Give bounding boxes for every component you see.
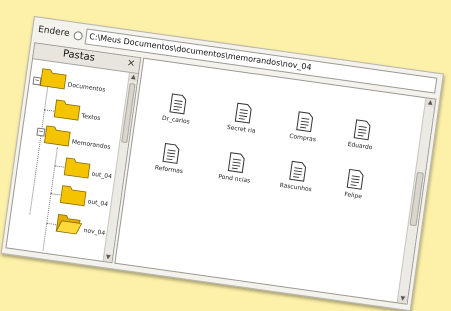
tree-node-documentos[interactable]: Documentos xyxy=(39,65,107,96)
file-item[interactable]: Felipe xyxy=(327,166,383,203)
file-label: Dr_carlos xyxy=(161,114,191,126)
tree-node-label: Documentos xyxy=(67,81,106,94)
tree-node-memorandos[interactable]: Memorandos xyxy=(43,122,112,153)
tree-node-label: out_04 xyxy=(87,198,109,209)
tree-connector xyxy=(54,165,65,168)
file-item[interactable]: Compras xyxy=(276,108,332,145)
scroll-down-arrow[interactable]: ▼ xyxy=(103,253,113,263)
file-explorer-window: Endere C:\Meus Documentos\documentos\mem… xyxy=(0,16,444,311)
tree-node-label: Memorandos xyxy=(71,138,111,151)
document-icon xyxy=(169,93,187,115)
file-label: Rascunhos xyxy=(279,181,313,194)
tree-connector xyxy=(50,193,61,196)
file-item[interactable]: Pond ncias xyxy=(208,149,264,186)
tree-node-label: Textos xyxy=(81,112,101,123)
stage: Endere C:\Meus Documentos\documentos\mem… xyxy=(0,0,451,311)
address-go-icon[interactable] xyxy=(72,30,84,41)
tree-node-textos[interactable]: Textos xyxy=(53,96,103,124)
tree-connector xyxy=(43,109,55,112)
folder-icon xyxy=(63,157,91,179)
close-icon[interactable]: × xyxy=(126,57,136,69)
scroll-up-arrow[interactable]: ▲ xyxy=(128,72,138,82)
file-item[interactable]: Dr_carlos xyxy=(150,90,206,127)
files-pane: Dr_carlos Secret ria Compras Eduardo Ref… xyxy=(114,57,437,305)
address-label: Endere xyxy=(37,24,71,40)
tree-connector xyxy=(46,222,57,226)
document-icon xyxy=(234,102,252,124)
file-label: Eduardo xyxy=(347,140,373,152)
document-icon xyxy=(346,168,364,190)
scroll-up-arrow[interactable]: ▲ xyxy=(425,98,436,108)
tree-node-out-04[interactable]: out_04 xyxy=(63,154,114,183)
file-item[interactable]: Eduardo xyxy=(334,116,390,153)
tree-node-out-04-second[interactable]: out_04 xyxy=(59,182,110,211)
tree-connector xyxy=(42,147,58,251)
folder-icon xyxy=(39,68,67,90)
folder-icon xyxy=(44,125,71,147)
file-label: Reformas xyxy=(154,164,184,176)
document-icon xyxy=(289,160,307,182)
folder-icon xyxy=(53,99,81,121)
file-item[interactable]: Reformas xyxy=(143,140,199,177)
open-folder-icon xyxy=(55,213,83,235)
folder-icon xyxy=(59,185,87,207)
document-icon xyxy=(296,111,314,133)
scroll-down-arrow[interactable]: ▼ xyxy=(397,294,408,304)
file-label: Pond ncias xyxy=(217,173,251,185)
tree-node-nov-04[interactable]: nov_04 xyxy=(55,210,107,239)
tree-node-label: out_04 xyxy=(91,170,113,181)
file-label: Compras xyxy=(288,132,317,144)
document-icon xyxy=(162,142,180,164)
tree-connector xyxy=(29,85,49,215)
file-label: Felipe xyxy=(343,190,363,201)
file-label: Secret ria xyxy=(226,123,257,135)
tree-node-label: nov_04 xyxy=(83,227,106,237)
file-item[interactable]: Secret ria xyxy=(215,100,271,137)
file-item[interactable]: Rascunhos xyxy=(269,158,325,195)
document-icon xyxy=(353,119,371,141)
document-icon xyxy=(227,152,245,174)
